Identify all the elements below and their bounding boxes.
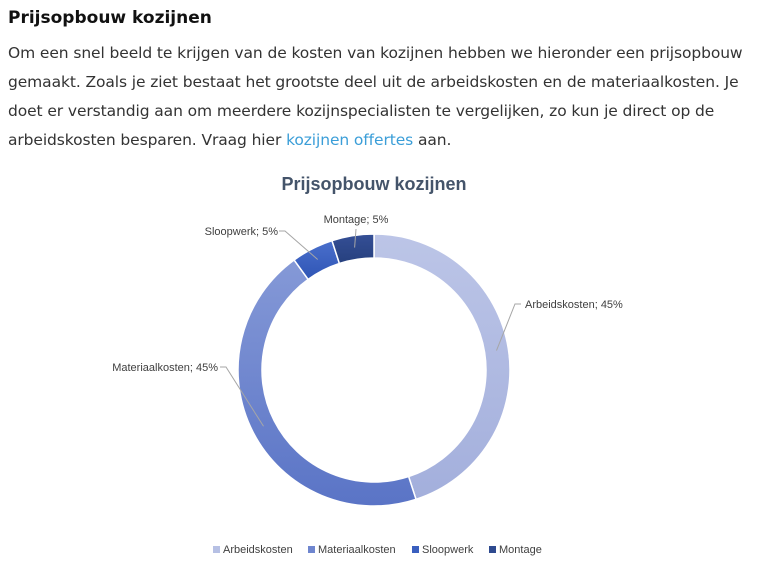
paragraph-text-end: aan. <box>413 131 452 149</box>
data-label-materiaalkosten: Materiaalkosten; 45% <box>112 362 218 374</box>
legend-swatch-montage <box>489 546 496 553</box>
legend-label-materiaalkosten: Materiaalkosten <box>318 544 396 556</box>
legend-swatch-sloopwerk <box>412 546 419 553</box>
data-label-montage: Montage; 5% <box>324 214 389 226</box>
donut-slice-montage <box>331 233 375 265</box>
legend-swatch-arbeidskosten <box>213 546 220 553</box>
legend-label-arbeidskosten: Arbeidskosten <box>223 544 293 556</box>
legend-label-montage: Montage <box>499 544 542 556</box>
donut-chart: Prijsopbouw kozijnen Arbeidskosten; 45% M… <box>112 174 623 556</box>
donut-slice-arbeidskosten <box>373 233 511 501</box>
offertes-link[interactable]: kozijnen offertes <box>286 131 413 149</box>
legend-label-sloopwerk: Sloopwerk <box>422 544 474 556</box>
section-heading: Prijsopbouw kozijnen <box>8 8 212 28</box>
chart-title: Prijsopbouw kozijnen <box>281 174 466 194</box>
data-label-sloopwerk: Sloopwerk; 5% <box>205 226 279 238</box>
chart-container: Prijsopbouw kozijnen Arbeidskosten; 45% M… <box>0 160 760 567</box>
page: Prijsopbouw kozijnen Om een snel beeld t… <box>0 0 760 567</box>
legend-swatch-materiaalkosten <box>308 546 315 553</box>
data-label-arbeidskosten: Arbeidskosten; 45% <box>525 299 623 311</box>
intro-paragraph: Om een snel beeld te krijgen van de kost… <box>8 39 753 155</box>
donut-slice-materiaalkosten <box>237 258 417 507</box>
